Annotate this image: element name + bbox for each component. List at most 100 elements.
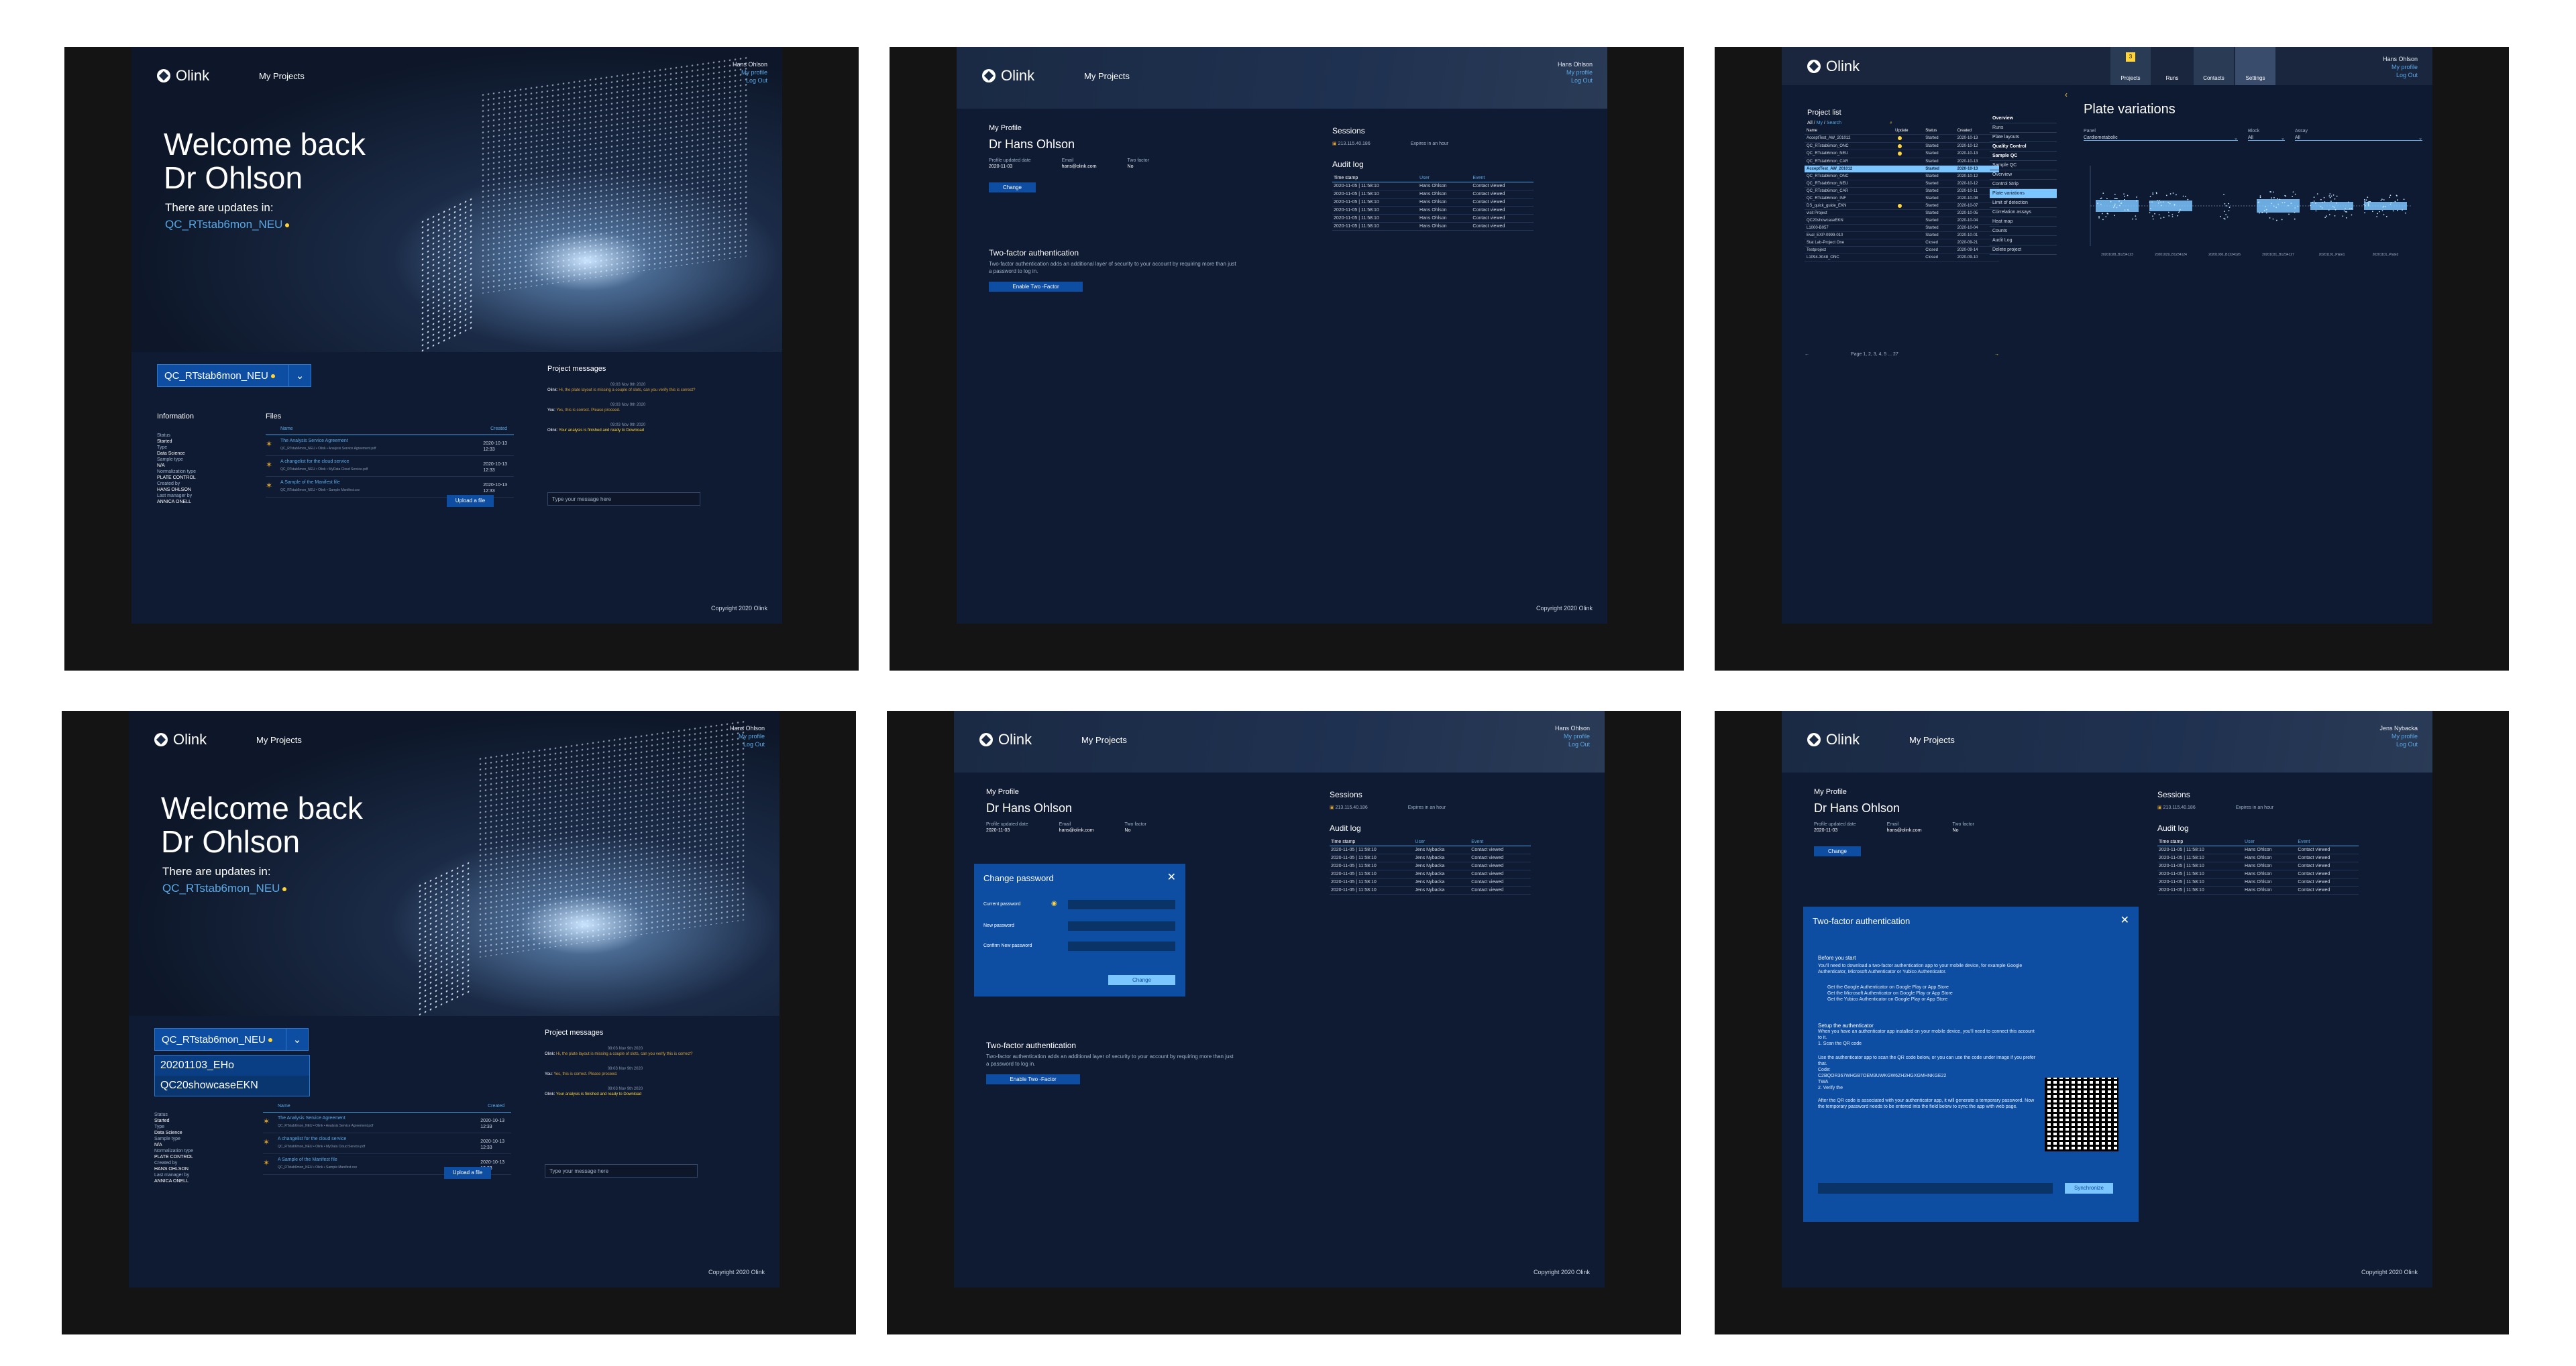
- updates-link[interactable]: QC_RTstab6mon_NEU: [162, 882, 287, 895]
- dropdown-option[interactable]: QC20showcaseEKN: [155, 1076, 309, 1096]
- log-out-link[interactable]: Log Out: [730, 740, 765, 748]
- upload-file-button[interactable]: Upload a file: [447, 495, 494, 507]
- assay-select[interactable]: All ⌄: [2295, 135, 2422, 141]
- olink-logo[interactable]: Olink: [1807, 58, 1860, 75]
- user-menu: Hans Ohlson My profile Log Out: [1554, 725, 1590, 748]
- new-password-field[interactable]: [1068, 921, 1175, 931]
- data-point: [2392, 210, 2394, 212]
- olink-logo[interactable]: Olink: [154, 731, 207, 748]
- my-profile-link[interactable]: My profile: [733, 68, 767, 76]
- change-submit-button[interactable]: Change: [1108, 975, 1175, 985]
- file-row[interactable]: ✶ A changelist for the cloud service QC_RT…: [266, 456, 514, 477]
- table-row[interactable]: QC_RTstab6mon_INF Started 2020-10-08: [1805, 194, 1999, 203]
- my-profile-link[interactable]: My profile: [1555, 732, 1590, 740]
- message-input[interactable]: Type your message here: [545, 1164, 698, 1178]
- updates-link[interactable]: QC_RTstab6mon_NEU: [165, 218, 290, 231]
- hero-banner: Welcome back Dr Ohlson There are updates …: [131, 47, 782, 355]
- temporary-password-field[interactable]: [1818, 1183, 2053, 1194]
- olink-logo[interactable]: Olink: [982, 67, 1034, 84]
- data-point: [2321, 207, 2323, 209]
- dropdown-option[interactable]: 20201103_EHo: [155, 1056, 309, 1076]
- search-icon[interactable]: ⌕: [1890, 121, 1892, 125]
- current-password-field[interactable]: [1068, 900, 1175, 909]
- nav-my-projects[interactable]: My Projects: [1081, 735, 1127, 745]
- log-out-link[interactable]: Log Out: [1558, 76, 1593, 84]
- table-row: 2020-11-05 | 11:58:10 Jens Nybacka Contact…: [1330, 862, 1531, 870]
- log-out-link[interactable]: Log Out: [733, 76, 767, 84]
- app-link[interactable]: Get the Yubico Authenticator on Google P…: [1827, 997, 2039, 1003]
- change-password-button[interactable]: Change: [1814, 846, 1861, 856]
- files-col-created[interactable]: Created: [488, 1104, 504, 1108]
- tab-projects[interactable]: 3 Projects: [2110, 47, 2151, 85]
- data-point: [2287, 205, 2289, 207]
- log-out-link[interactable]: Log Out: [2383, 71, 2418, 79]
- table-row[interactable]: DS_quick_guide_EKN Started 2020-10-07: [1805, 202, 1999, 211]
- my-profile-link[interactable]: My profile: [730, 732, 765, 740]
- tab-runs[interactable]: Runs: [2152, 47, 2192, 85]
- data-point: [2323, 196, 2325, 198]
- my-profile-link[interactable]: My profile: [2383, 63, 2418, 71]
- confirm-password-field[interactable]: [1068, 942, 1175, 951]
- table-row[interactable]: Eval_EXP-0999-010 Started 2020-10-01: [1805, 231, 1999, 240]
- prev-arrow-icon[interactable]: ←: [1805, 352, 1809, 357]
- table-row[interactable]: QC_RTstab6mon_CAR Started 2020-10-11: [1805, 187, 1999, 195]
- table-row[interactable]: QC20showcaseEKN Started 2020-10-04: [1805, 217, 1999, 225]
- file-row[interactable]: ✶ A changelist for the cloud service QC_RT…: [263, 1133, 511, 1154]
- data-point: [2124, 195, 2125, 197]
- olink-logo[interactable]: Olink: [157, 67, 209, 84]
- log-out-link[interactable]: Log Out: [1555, 740, 1590, 748]
- table-row[interactable]: visit Project Started 2020-10-05: [1805, 209, 1999, 218]
- updates-text: There are updates in:: [162, 865, 271, 878]
- my-profile-link[interactable]: My profile: [2379, 732, 2418, 740]
- nav-my-projects[interactable]: My Projects: [1909, 735, 1955, 745]
- collapse-sidebar-icon[interactable]: ‹: [2065, 90, 2068, 99]
- nav-my-projects[interactable]: My Projects: [259, 71, 305, 81]
- files-col-created[interactable]: Created: [490, 426, 507, 431]
- enable-two-factor-button[interactable]: Enable Two -Factor: [989, 282, 1083, 292]
- olink-logo[interactable]: Olink: [979, 731, 1032, 748]
- nav-my-projects[interactable]: My Projects: [1084, 71, 1130, 81]
- show-password-icon[interactable]: ◉: [1051, 900, 1057, 907]
- panel-select[interactable]: Cardiometabolic ⌄: [2084, 135, 2238, 141]
- data-point: [2383, 214, 2385, 216]
- table-row[interactable]: QC_RTstab6mon_NEU Started 2020-10-12: [1805, 180, 1999, 188]
- upload-file-button[interactable]: Upload a file: [444, 1167, 491, 1179]
- files-col-name[interactable]: Name: [280, 426, 293, 431]
- table-row[interactable]: QC_RTstab6mon_ONC Started 2020-10-12: [1805, 172, 1999, 180]
- data-point: [2105, 216, 2107, 218]
- enable-two-factor-button[interactable]: Enable Two -Factor: [986, 1074, 1080, 1084]
- project-select[interactable]: QC_RTstab6mon_NEU ⌄: [154, 1028, 309, 1051]
- table-row[interactable]: QC_RTstab6mon_CAR Started 2020-10-13: [1805, 158, 1999, 166]
- table-row[interactable]: QC_RTstab6mon_ONC Started 2020-10-12: [1805, 142, 1999, 151]
- table-row[interactable]: L1094-3048_ONC Closed 2020-09-10: [1805, 253, 1999, 262]
- log-out-link[interactable]: Log Out: [2379, 740, 2418, 748]
- message-input[interactable]: Type your message here: [547, 492, 700, 506]
- data-point: [2118, 205, 2121, 207]
- close-icon[interactable]: ✕: [2121, 913, 2129, 927]
- table-row[interactable]: Stat Lab-Project One Closed 2020-09-21: [1805, 239, 1999, 247]
- data-point: [2265, 209, 2267, 211]
- data-point: [2342, 215, 2344, 217]
- nav-my-projects[interactable]: My Projects: [256, 735, 302, 745]
- app-link[interactable]: Get the Google Authenticator on Google P…: [1827, 984, 2039, 990]
- olink-logo[interactable]: Olink: [1807, 731, 1860, 748]
- block-select[interactable]: All ⌄: [2248, 135, 2285, 141]
- app-link[interactable]: Get the Microsoft Authenticator on Googl…: [1827, 990, 2039, 997]
- table-row[interactable]: L1000-B057 Started 2020-10-04: [1805, 224, 1999, 233]
- tab-contacts[interactable]: Contacts: [2194, 47, 2234, 85]
- synchronize-button[interactable]: Synchronize: [2065, 1183, 2113, 1194]
- close-icon[interactable]: ✕: [1167, 870, 1176, 884]
- project-select[interactable]: QC_RTstab6mon_NEU ⌄: [157, 364, 311, 387]
- table-row[interactable]: QC_RTstab6mon_NEU Started 2020-10-13: [1805, 150, 1999, 158]
- table-row[interactable]: AcceptTest_AW_201012 Started 2020-10-13: [1805, 165, 1999, 173]
- my-profile-link[interactable]: My profile: [1558, 68, 1593, 76]
- change-password-button[interactable]: Change: [989, 182, 1036, 192]
- table-row[interactable]: AcceptTest_AW_201012 Started 2020-10-13: [1805, 134, 1999, 143]
- files-col-name[interactable]: Name: [278, 1104, 290, 1108]
- table-row[interactable]: Testproject Closed 2020-09-14: [1805, 246, 1999, 255]
- tab-settings[interactable]: Settings: [2235, 47, 2275, 85]
- file-row[interactable]: ✶ The Analysis Service Agreement QC_RTstab…: [266, 435, 514, 456]
- next-arrow-icon[interactable]: →: [1994, 352, 1999, 357]
- monitor-icon: ▣: [1332, 141, 1337, 146]
- file-row[interactable]: ✶ The Analysis Service Agreement QC_RTstab…: [263, 1113, 511, 1133]
